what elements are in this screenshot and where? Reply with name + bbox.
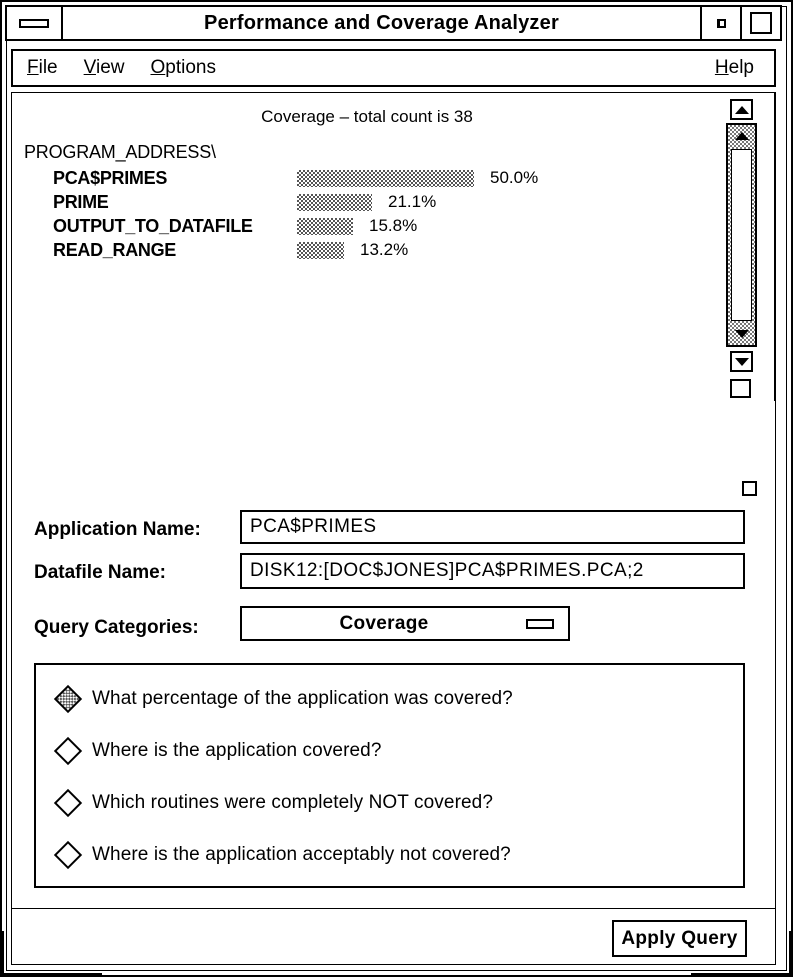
chart-bar-list: PCA$PRIMES 50.0% PRIME 21.1% OUTPUT_TO_DATAF… [14, 167, 720, 263]
minimize-button[interactable] [700, 7, 740, 39]
chart-bar-value: 21.1% [388, 192, 437, 211]
menu-item-view[interactable]: View [84, 57, 125, 79]
scroll-down-icon [734, 330, 749, 338]
vertical-scroll-column [720, 93, 774, 401]
maximize-button[interactable] [740, 7, 780, 39]
radio-diamond-icon[interactable] [53, 840, 83, 870]
query-radio-group: What percentage of the application was c… [34, 663, 745, 888]
query-pane: Application Name: PCA$PRIMES Datafile Na… [12, 490, 775, 964]
chart-bar-value: 15.8% [369, 216, 418, 235]
chart-bar [297, 194, 372, 211]
maximize-icon [750, 12, 772, 34]
chart-bar-label: READ_RANGE [53, 240, 177, 260]
menu-item-help[interactable]: Help [715, 57, 754, 79]
resize-corner-bottom-right[interactable] [789, 931, 791, 975]
chart-bar [297, 170, 474, 187]
chart-bar-row[interactable]: OUTPUT_TO_DATAFILE 15.8% [14, 215, 720, 239]
coverage-chart-pane: Coverage – total count is 38 PROGRAM_ADD… [12, 93, 775, 401]
query-radio-label: Which routines were completely NOT cover… [92, 792, 493, 813]
query-radio-item[interactable]: Where is the application acceptably not … [53, 840, 511, 870]
vertical-scroll-up-arrow[interactable] [728, 125, 755, 147]
query-categories-label: Query Categories: [34, 617, 199, 638]
resize-corner-bottom-left[interactable] [2, 931, 4, 975]
window-title: Performance and Coverage Analyzer [204, 11, 559, 34]
query-radio-label: Where is the application covered? [92, 740, 382, 761]
menu-item-file[interactable]: File [27, 57, 58, 79]
option-menu-indicator-icon [526, 618, 554, 629]
title-bar[interactable]: Performance and Coverage Analyzer [5, 5, 782, 41]
chart-bar-value: 13.2% [360, 240, 409, 259]
chart-bar-row[interactable]: PCA$PRIMES 50.0% [14, 167, 720, 191]
chart-bar-label: PCA$PRIMES [53, 168, 168, 188]
scroll-up-icon [734, 132, 749, 140]
chart-bar-row[interactable]: PRIME 21.1% [14, 191, 720, 215]
scroll-bottom-button[interactable] [730, 351, 753, 372]
radio-diamond-selected-icon[interactable] [53, 684, 83, 714]
query-categories-value: Coverage [339, 612, 429, 634]
scroll-top-button[interactable] [730, 99, 753, 120]
scroll-down-icon [734, 357, 749, 366]
action-separator [12, 908, 775, 909]
datafile-name-field[interactable]: DISK12:[DOC$JONES]PCA$PRIMES.PCA;2 [240, 553, 745, 589]
vertical-scroll-down-arrow[interactable] [728, 323, 755, 345]
chart-canvas[interactable]: Coverage – total count is 38 PROGRAM_ADD… [14, 95, 720, 395]
window-menu-icon [19, 18, 49, 28]
menu-item-options[interactable]: Options [150, 57, 215, 79]
menu-bar: File View Options Help [11, 49, 776, 87]
chart-bar [297, 218, 353, 235]
window-menu-button[interactable] [7, 7, 63, 39]
query-radio-label: Where is the application acceptably not … [92, 844, 511, 865]
radio-diamond-icon[interactable] [53, 736, 83, 766]
chart-bar-row[interactable]: READ_RANGE 13.2% [14, 239, 720, 263]
scroll-up-icon [734, 105, 749, 114]
vertical-scrollbar-thumb[interactable] [731, 149, 752, 321]
application-name-field[interactable]: PCA$PRIMES [240, 510, 745, 544]
datafile-name-label: Datafile Name: [34, 562, 166, 583]
application-name-label: Application Name: [34, 519, 201, 540]
resize-edge-bottom-left[interactable] [2, 973, 102, 975]
query-radio-item[interactable]: What percentage of the application was c… [53, 684, 513, 714]
chart-group-label: PROGRAM_ADDRESS\ [24, 142, 216, 162]
query-categories-option-menu[interactable]: Coverage [240, 606, 570, 641]
query-radio-item[interactable]: Where is the application covered? [53, 736, 382, 766]
chart-bar [297, 242, 344, 259]
menu-item-view-rest: iew [95, 57, 125, 78]
menu-item-options-rest: ptions [165, 57, 216, 78]
content-area: Coverage – total count is 38 PROGRAM_ADD… [11, 92, 776, 965]
query-radio-label: What percentage of the application was c… [92, 688, 513, 709]
vertical-scroll-corner-box[interactable] [730, 379, 751, 398]
apply-query-button[interactable]: Apply Query [612, 920, 747, 957]
chart-bar-label: PRIME [53, 192, 109, 212]
menu-item-help-rest: elp [728, 57, 754, 78]
radio-diamond-icon[interactable] [53, 788, 83, 818]
chart-title: Coverage – total count is 38 [261, 107, 473, 126]
chart-bar-label: OUTPUT_TO_DATAFILE [53, 216, 253, 236]
vertical-scrollbar[interactable] [726, 123, 757, 347]
query-radio-item[interactable]: Which routines were completely NOT cover… [53, 788, 493, 818]
resize-edge-bottom-right[interactable] [691, 973, 791, 975]
minimize-icon [716, 18, 726, 28]
chart-bar-value: 50.0% [490, 168, 539, 187]
menu-item-file-rest: ile [38, 57, 58, 78]
